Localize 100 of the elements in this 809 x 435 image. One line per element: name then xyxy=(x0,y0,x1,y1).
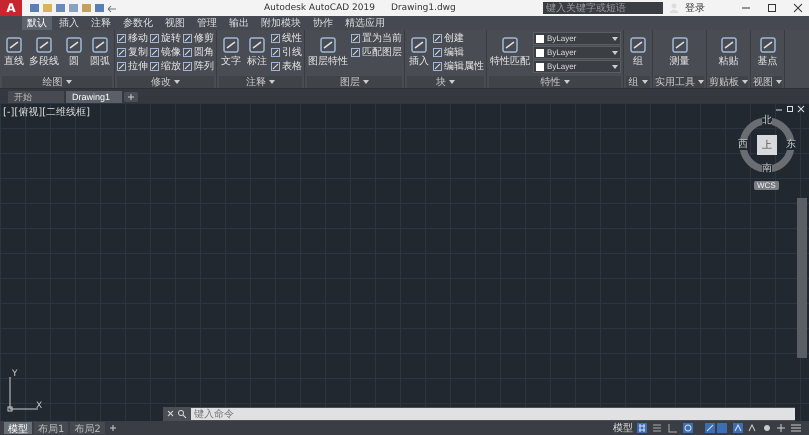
tool-icon xyxy=(117,34,126,42)
sign-in-link[interactable]: 登录 xyxy=(685,1,705,15)
ribbon-button[interactable]: 引线 xyxy=(271,45,302,59)
compass-label[interactable]: 北 xyxy=(762,116,772,126)
ribbon-button[interactable]: 粘贴 xyxy=(709,31,748,73)
caret-icon[interactable] xyxy=(698,80,704,84)
ribbon-tab[interactable]: 默认 xyxy=(22,16,52,30)
ribbon-button[interactable]: 圆弧 xyxy=(88,31,112,73)
ribbon-button[interactable]: 特性匹配 xyxy=(489,31,531,73)
ribbon-tab[interactable]: 输出 xyxy=(224,16,254,30)
tool-icon xyxy=(5,36,23,54)
ribbon-tab[interactable]: 插入 xyxy=(54,16,84,30)
tool-icon xyxy=(433,48,442,56)
ribbon-button[interactable]: 测量 xyxy=(655,31,704,73)
application-menu-button[interactable]: A xyxy=(0,0,22,16)
document-name: Drawing1.dwg xyxy=(390,3,456,13)
ribbon-button[interactable]: 置为当前 xyxy=(351,31,402,45)
dropdown-value: ByLayer xyxy=(547,62,578,71)
caret-icon[interactable] xyxy=(642,80,648,84)
axis-label: X xyxy=(36,401,42,411)
property-dropdown[interactable]: ByLayer xyxy=(533,32,621,45)
ribbon-button[interactable]: 镜像 xyxy=(150,45,181,59)
ribbon-button[interactable]: 多段线 xyxy=(28,31,60,73)
tool-icon xyxy=(501,36,519,54)
layout-tab[interactable]: 布局1 xyxy=(34,422,68,434)
property-dropdown[interactable]: ByLayer xyxy=(533,60,621,73)
tool-icon xyxy=(433,34,442,42)
ribbon-button[interactable]: 移动 xyxy=(117,31,148,45)
caret-icon[interactable] xyxy=(776,80,782,84)
tool-icon xyxy=(117,48,126,56)
panel-title[interactable]: 特性 xyxy=(540,75,560,89)
ribbon-button[interactable]: 匹配图层 xyxy=(351,45,402,59)
restore-icon[interactable] xyxy=(786,105,794,113)
dropdown-value: ByLayer xyxy=(547,48,578,57)
ribbon-tab[interactable]: 视图 xyxy=(160,16,190,30)
ribbon-button[interactable]: 文字 xyxy=(219,31,243,73)
search-field[interactable]: 键入关键字或短语 xyxy=(543,2,663,14)
close-icon[interactable] xyxy=(793,3,803,13)
command-line-icons-drawing[interactable] xyxy=(166,409,188,419)
caret-icon[interactable] xyxy=(174,80,180,84)
ribbon-button[interactable]: 表格 xyxy=(271,59,302,73)
coordinate-system-button[interactable]: WCS xyxy=(754,181,779,190)
caret-icon[interactable] xyxy=(269,80,275,84)
ribbon-button[interactable]: 缩放 xyxy=(150,59,181,73)
compass-label[interactable]: 东 xyxy=(786,140,796,150)
caret-icon[interactable] xyxy=(66,80,72,84)
ribbon-button[interactable]: 线性 xyxy=(271,31,302,45)
ribbon-button[interactable]: 圆 xyxy=(62,31,86,73)
maximize-icon[interactable] xyxy=(767,3,777,13)
caret-icon[interactable] xyxy=(564,80,570,84)
ribbon-button[interactable]: 直线 xyxy=(2,31,26,73)
dropdown-value: ByLayer xyxy=(547,34,578,43)
ribbon-button[interactable]: 创建 xyxy=(433,31,484,45)
ribbon-button[interactable]: 图层特性 xyxy=(307,31,349,73)
ribbon-button[interactable]: 复制 xyxy=(117,45,148,59)
document-tab[interactable]: 开始 xyxy=(8,91,64,103)
caret-icon[interactable] xyxy=(742,80,748,84)
space-indicator[interactable]: 模型 xyxy=(613,421,633,435)
tool-icon xyxy=(91,36,109,54)
ribbon-tab[interactable]: 精选应用 xyxy=(340,16,390,30)
ribbon-button[interactable]: 拉伸 xyxy=(117,59,148,73)
ribbon-tab[interactable]: 参数化 xyxy=(118,16,158,30)
ribbon-button[interactable]: 标注 xyxy=(245,31,269,73)
ribbon-button[interactable]: 编辑 xyxy=(433,45,484,59)
caret-icon[interactable] xyxy=(363,80,369,84)
scrollbar[interactable] xyxy=(797,198,807,358)
tool-icon xyxy=(35,36,53,54)
document-tab[interactable]: Drawing1 xyxy=(66,91,122,103)
quick-access-toolbar-drawing[interactable] xyxy=(28,2,118,14)
command-input-field[interactable]: 键入命令 xyxy=(191,408,795,420)
ribbon-tab[interactable]: 协作 xyxy=(308,16,338,30)
ribbon-tab[interactable]: 附加模块 xyxy=(256,16,306,30)
ribbon-button[interactable]: 插入 xyxy=(407,31,431,73)
compass-ring[interactable] xyxy=(737,115,797,175)
compass-label[interactable]: 南 xyxy=(762,164,772,174)
ribbon-button[interactable]: 编辑属性 xyxy=(433,59,484,73)
ribbon-button[interactable]: 圆角 xyxy=(183,45,214,59)
tool-icon xyxy=(758,36,776,54)
ribbon-tab[interactable]: 注释 xyxy=(86,16,116,30)
tool-icon xyxy=(271,48,280,56)
panel-title[interactable]: 块 xyxy=(436,75,446,89)
new-tab-icon[interactable] xyxy=(124,92,138,102)
property-dropdown[interactable]: ByLayer xyxy=(533,46,621,59)
ribbon-button[interactable]: 修剪 xyxy=(183,31,214,45)
tool-icon xyxy=(433,62,442,70)
tool-icon xyxy=(65,36,83,54)
layout-tab[interactable]: 布局2 xyxy=(70,422,105,434)
caret-icon xyxy=(612,36,618,40)
layout-tab[interactable]: 模型 xyxy=(4,422,32,434)
compass-label[interactable]: 西 xyxy=(738,140,748,150)
ribbon-button[interactable]: 基点 xyxy=(753,31,782,73)
drawing-canvas[interactable]: [-][俯视][二维线框] 北 东 南 西 上 WCS Y X 键入命令 xyxy=(0,103,809,421)
viewport-controls-label[interactable]: [-][俯视][二维线框] xyxy=(3,105,90,119)
ribbon-button[interactable]: 旋转 xyxy=(150,31,181,45)
ribbon-button[interactable]: 组 xyxy=(626,31,650,73)
tool-icon xyxy=(150,62,159,70)
ribbon-tab[interactable]: 管理 xyxy=(192,16,222,30)
viewcube-face[interactable]: 上 xyxy=(757,135,777,155)
caret-icon[interactable] xyxy=(449,80,455,84)
ribbon-button[interactable]: 阵列 xyxy=(183,59,214,73)
